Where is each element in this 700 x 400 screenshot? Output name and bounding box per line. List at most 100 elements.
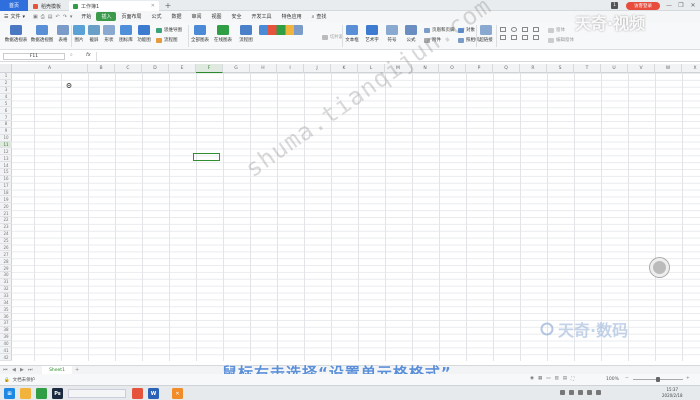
row-header-13[interactable]: 13 — [0, 155, 12, 163]
row-header-40[interactable]: 40 — [0, 341, 12, 348]
eye-icon[interactable]: ◉ — [530, 376, 534, 382]
zoom-icon[interactable]: ⌕ — [70, 52, 73, 58]
column-header-a[interactable]: A — [12, 64, 88, 73]
row-header-33[interactable]: 33 — [0, 293, 12, 300]
symbol-button[interactable]: 符号 — [384, 22, 400, 43]
menu-item-view[interactable]: 视图 — [207, 12, 227, 21]
spin-control-icon[interactable] — [533, 35, 539, 40]
column-header-v[interactable]: V — [628, 64, 655, 73]
online-charts-button[interactable]: 在线图表 — [213, 22, 233, 43]
text-box-button[interactable]: 文本框 — [344, 22, 360, 43]
input-method-icon[interactable] — [587, 390, 592, 395]
column-header-c[interactable]: C — [115, 64, 142, 73]
column-header-p[interactable]: P — [466, 64, 493, 73]
page-break-view-icon[interactable]: ▥ — [554, 376, 558, 382]
row-header-23[interactable]: 23 — [0, 224, 12, 231]
zoom-slider[interactable] — [633, 377, 683, 382]
row-header-17[interactable]: 17 — [0, 183, 12, 190]
row-header-14[interactable]: 14 — [0, 162, 12, 170]
last-sheet-icon[interactable]: ⏭ — [28, 367, 33, 373]
pivot-chart-button[interactable]: 数据透视图 — [30, 22, 54, 43]
save-icon[interactable]: ▣ — [33, 14, 38, 20]
slicer-button[interactable]: 切片器 — [322, 34, 344, 40]
page-layout-view-icon[interactable]: ▭ — [546, 376, 550, 382]
select-all-corner[interactable] — [0, 64, 12, 73]
tab-workbook[interactable]: 工作簿1 ✕ — [69, 1, 159, 11]
new-tab-button[interactable]: + — [163, 0, 173, 11]
taskbar-clock[interactable]: 15:37 2020/2/18 — [662, 387, 683, 399]
redo-icon[interactable]: ↷ — [63, 14, 67, 20]
maximize-button[interactable]: ❐ — [676, 1, 686, 10]
zoom-level[interactable]: 100% — [606, 377, 619, 382]
taskbar-word-icon[interactable]: W — [148, 388, 159, 399]
row-header-27[interactable]: 27 — [0, 251, 12, 259]
row-header-25[interactable]: 25 — [0, 238, 12, 245]
function-chart-button[interactable]: 功能图 — [136, 22, 152, 43]
close-button[interactable]: ✕ — [688, 1, 698, 10]
row-header-1[interactable]: 1 — [0, 73, 12, 80]
column-header-q[interactable]: Q — [493, 64, 520, 73]
column-header-d[interactable]: D — [142, 64, 169, 73]
row-header-26[interactable]: 26 — [0, 245, 12, 252]
row-header-28[interactable]: 28 — [0, 258, 12, 266]
row-header-12[interactable]: 12 — [0, 148, 12, 156]
undo-icon[interactable]: ↶ — [56, 14, 60, 20]
mind-map-button[interactable]: 思维导图 — [156, 27, 182, 33]
column-header-o[interactable]: O — [439, 64, 466, 73]
add-sheet-button[interactable]: + — [75, 367, 79, 373]
login-button[interactable]: 访客登录 — [626, 2, 660, 10]
row-header-32[interactable]: 32 — [0, 286, 12, 293]
volume-icon[interactable] — [569, 390, 574, 395]
next-sheet-icon[interactable]: ▶ — [20, 367, 24, 373]
normal-view-icon[interactable]: ▦ — [538, 376, 542, 382]
button-control-icon[interactable] — [500, 35, 506, 40]
taskbar-browser-icon[interactable] — [36, 388, 47, 399]
column-header-r[interactable]: R — [520, 64, 547, 73]
taskbar-tool-icon[interactable]: ✕ — [172, 388, 183, 399]
flowchart-button[interactable]: 流程图 — [236, 22, 256, 43]
row-header-31[interactable]: 31 — [0, 279, 12, 286]
column-header-h[interactable]: H — [250, 64, 277, 73]
active-cell-f11[interactable] — [193, 153, 220, 161]
taskbar-photoshop-icon[interactable]: Ps — [52, 388, 63, 399]
search-button[interactable]: ⌕ 查找 — [307, 12, 332, 21]
form-button[interactable]: 窗体 — [548, 27, 565, 33]
protection-status[interactable]: 🔒 文档未保护 — [4, 377, 35, 384]
column-header-u[interactable]: U — [601, 64, 628, 73]
row-header-24[interactable]: 24 — [0, 231, 12, 238]
picture-button[interactable]: 图片 — [73, 22, 85, 43]
minimize-button[interactable]: — — [664, 1, 674, 10]
prev-sheet-icon[interactable]: ◀ — [12, 367, 16, 373]
menu-item-insert[interactable]: 插入 — [96, 12, 117, 21]
zoom-out-icon[interactable]: − — [625, 376, 629, 381]
print-icon[interactable]: ▤ — [48, 14, 53, 20]
chevron-down-icon[interactable]: ▾ — [70, 14, 73, 20]
column-header-s[interactable]: S — [547, 64, 574, 73]
row-header-42[interactable]: 42 — [0, 354, 12, 362]
shapes-button[interactable]: 形状 — [103, 22, 115, 43]
table-button[interactable]: 表格 — [56, 22, 70, 43]
menu-item-developer[interactable]: 开发工具 — [247, 12, 277, 21]
row-header-6[interactable]: 6 — [0, 107, 12, 115]
menu-item-formulas[interactable]: 公式 — [146, 12, 166, 21]
word-art-button[interactable]: 艺术字 — [364, 22, 380, 43]
row-header-10[interactable]: 10 — [0, 135, 12, 142]
checkbox-control-icon[interactable] — [500, 27, 506, 32]
chart-type-gallery[interactable] — [258, 22, 304, 37]
column-header-j[interactable]: J — [304, 64, 331, 73]
taskbar-start-icon[interactable]: ⊞ — [4, 388, 15, 399]
zoom-in-icon[interactable]: + — [686, 376, 690, 381]
column-header-x[interactable]: X — [682, 64, 700, 73]
row-header-7[interactable]: 7 — [0, 114, 12, 122]
edit-form-button[interactable]: 编辑窗体 — [548, 37, 574, 43]
menu-item-review[interactable]: 审阅 — [187, 12, 207, 21]
row-header-9[interactable]: 9 — [0, 128, 12, 135]
row-header-18[interactable]: 18 — [0, 190, 12, 197]
icon-library-button[interactable]: 图标库 — [118, 22, 134, 43]
row-header-2[interactable]: 2 — [0, 80, 12, 87]
row-header-39[interactable]: 39 — [0, 334, 12, 341]
label-control-icon[interactable] — [511, 35, 517, 40]
row-header-22[interactable]: 22 — [0, 217, 12, 224]
row-header-35[interactable]: 35 — [0, 306, 12, 314]
notification-icon[interactable] — [596, 390, 601, 395]
